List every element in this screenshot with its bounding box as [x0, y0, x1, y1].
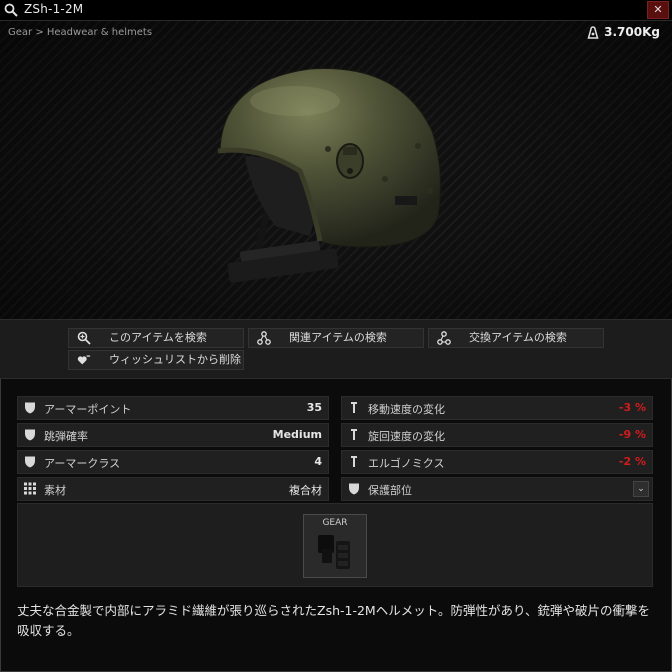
stat-ricochet-chance: 跳弾確率 Medium: [17, 423, 329, 447]
stat-label: 旋回速度の変化: [368, 430, 445, 443]
slots-panel: GEAR: [17, 503, 653, 587]
stat-label: 移動速度の変化: [368, 403, 445, 416]
gear-slot-icon: [318, 535, 350, 569]
shield-icon: [349, 483, 359, 495]
stat-armor-points: アーマーポイント 35: [17, 396, 329, 420]
item-description: 丈夫な合金製で内部にアラミド繊維が張り巡らされたZsh-1-2Mヘルメット。防弾…: [17, 603, 650, 638]
stat-material: 素材 複合材: [17, 477, 329, 501]
breadcrumb: Gear > Headwear & helmets: [8, 27, 153, 38]
expand-dropdown-button[interactable]: ⌄: [633, 481, 649, 497]
remove-from-wishlist-label: ウィッシュリストから削除: [109, 353, 241, 366]
helmet-image: [217, 68, 441, 283]
title-bar: ZSh-1-2M ✕: [0, 0, 672, 21]
wishlist-heart-icon: [77, 355, 91, 365]
weight-icon: [587, 25, 599, 39]
related-items-label: 関連アイテムの検索: [289, 331, 387, 344]
shield-icon: [25, 456, 35, 468]
weight-value: 3.700Kg: [604, 25, 660, 39]
stat-value: -3 %: [618, 401, 646, 414]
search-item-button[interactable]: このアイテムを検索: [68, 328, 244, 348]
gear-slot[interactable]: GEAR: [303, 514, 367, 578]
stat-turn-speed: 旋回速度の変化 -9 %: [341, 423, 653, 447]
weight-icon: [351, 429, 357, 440]
stat-value: 35: [306, 401, 322, 414]
close-button[interactable]: ✕: [647, 1, 669, 19]
stat-value: Medium: [272, 428, 322, 441]
gear-slot-label: GEAR: [322, 518, 348, 528]
remove-from-wishlist-button[interactable]: ウィッシュリストから削除: [68, 350, 244, 370]
barter-items-icon: [437, 331, 451, 345]
action-bar: このアイテムを検索 関連アイテムの検索 交換アイテムの検索 ウィッシュリストから…: [0, 319, 672, 379]
related-items-icon: [257, 331, 271, 345]
stat-label: アーマーポイント: [44, 403, 132, 416]
related-items-button[interactable]: 関連アイテムの検索: [248, 328, 424, 348]
window-title: ZSh-1-2M: [24, 2, 84, 16]
barter-items-button[interactable]: 交換アイテムの検索: [428, 328, 604, 348]
stat-armor-class: アーマークラス 4: [17, 450, 329, 474]
grid-icon: [24, 482, 36, 495]
stat-label: エルゴノミクス: [368, 457, 445, 470]
weight-icon: [351, 456, 357, 467]
weight-icon: [351, 402, 357, 413]
stat-value: 複合材: [289, 484, 322, 497]
stat-value: -2 %: [618, 455, 646, 468]
stat-move-speed: 移動速度の変化 -3 %: [341, 396, 653, 420]
magnify-icon: [77, 331, 91, 345]
stat-label: 保護部位: [368, 484, 412, 497]
stat-ergonomics: エルゴノミクス -2 %: [341, 450, 653, 474]
item-weight: 3.700Kg: [587, 25, 660, 39]
stat-value: 4: [314, 455, 322, 468]
stat-protected-zones: 保護部位 ⌄: [341, 477, 653, 501]
item-preview: Gear > Headwear & helmets 3.700Kg: [0, 21, 672, 319]
search-icon: [4, 3, 18, 17]
stat-label: 素材: [44, 484, 66, 497]
shield-icon: [25, 402, 35, 414]
search-item-label: このアイテムを検索: [109, 331, 207, 344]
stat-label: アーマークラス: [44, 457, 121, 470]
barter-items-label: 交換アイテムの検索: [469, 331, 567, 344]
stat-value: -9 %: [618, 428, 646, 441]
shield-icon: [25, 429, 35, 441]
stat-label: 跳弾確率: [44, 430, 88, 443]
